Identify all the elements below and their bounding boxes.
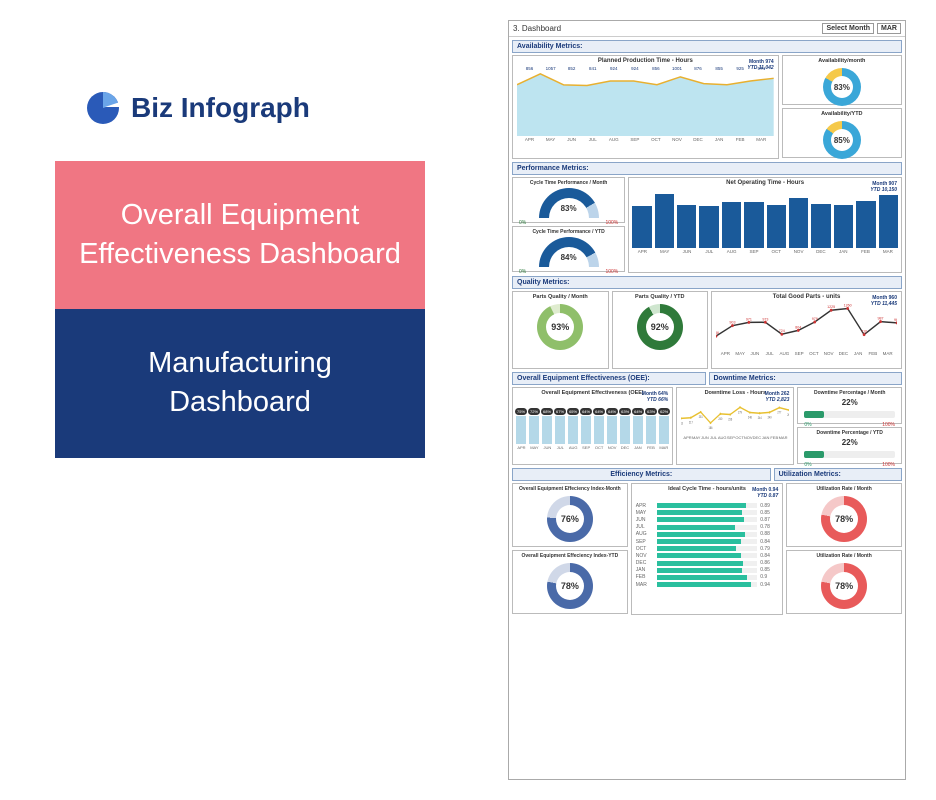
svg-text:277: 277	[778, 410, 782, 415]
svg-text:248: 248	[748, 415, 752, 420]
utilization-rate-month: Utilization Rate / Month 78%	[786, 483, 902, 547]
brand-logo: Biz Infograph	[55, 90, 425, 126]
utilization-header: Utilization Metrics:	[774, 468, 902, 481]
left-panel: Biz Infograph Overall Equipment Effectiv…	[55, 90, 425, 458]
performance-header: Performance Metrics:	[512, 162, 902, 175]
downtime-header: Downtime Metrics:	[709, 372, 903, 385]
ideal-cycle-hbar: Ideal Cycle Time - hours/units Month 0.9…	[631, 483, 783, 615]
line-svg: 686 903 971 973 724 804 979 1225 1260 716 987 960	[716, 302, 897, 350]
good-parts-line-chart: Total Good Parts - units Month 960 YTD 1…	[711, 291, 902, 369]
svg-text:804: 804	[795, 325, 801, 329]
donut-chart: 76%	[547, 496, 593, 542]
svg-text:262: 262	[787, 413, 789, 418]
availability-ytd-donut-card: Availability/YTD 85%	[782, 108, 902, 158]
efficiency-header: Efficiency Metrics:	[512, 468, 771, 481]
select-month-label: Select Month	[822, 23, 874, 34]
donut-chart: 92%	[637, 304, 683, 350]
title-box-1: Overall Equipment Effectiveness Dashboar…	[55, 161, 425, 309]
svg-text:240: 240	[719, 416, 723, 421]
downtime-pct-month: Downtime Percentage / Month 22% 0%100%	[797, 387, 902, 424]
parts-quality-month: Parts Quality / Month 93%	[512, 291, 609, 369]
svg-text:249: 249	[768, 415, 772, 420]
efficiency-index-month: Overall Equipment Effeciency Index-Month…	[512, 483, 628, 547]
svg-text:973: 973	[762, 317, 768, 321]
net-operating-bar-chart: Net Operating Time - Hours Month 907 YTD…	[628, 177, 902, 273]
donut-chart: 78%	[821, 563, 867, 609]
efficiency-index-ytd: Overall Equipment Effeciency Index-YTD 7…	[512, 550, 628, 614]
svg-text:1260: 1260	[844, 303, 852, 307]
donut-chart: 85%	[823, 121, 861, 159]
svg-text:903: 903	[729, 321, 735, 325]
parts-quality-ytd: Parts Quality / YTD 92%	[612, 291, 709, 369]
cycle-perf-ytd-gauge: Cycle Time Performance / YTD 84% 0%100%	[512, 226, 625, 272]
title-box-2: Manufacturing Dashboard	[55, 309, 425, 457]
availability-month-donut-card: Availability/month 83%	[782, 55, 902, 105]
quality-header: Quality Metrics:	[512, 276, 902, 289]
svg-text:186: 186	[709, 425, 713, 430]
month-selector[interactable]: Select Month MAR	[822, 23, 901, 34]
svg-text:686: 686	[716, 331, 719, 335]
svg-text:236: 236	[728, 417, 732, 422]
dashboard-frame: 3. Dashboard Select Month MAR Availabili…	[508, 20, 906, 780]
area-svg	[517, 66, 774, 136]
donut-chart: 83%	[823, 68, 861, 106]
downtime-loss-chart: Downtime Loss - Hours Month 262YTD 2,823…	[676, 387, 794, 465]
pie-icon	[85, 90, 121, 126]
cycle-perf-month-gauge: Cycle Time Performance / Month 83% 0%100…	[512, 177, 625, 223]
svg-text:971: 971	[746, 317, 752, 321]
dashboard-header: 3. Dashboard Select Month MAR	[509, 21, 905, 37]
svg-text:716: 716	[861, 329, 867, 333]
oee-chart: Overall Equipment Effectiveness (OEE) Mo…	[512, 387, 673, 465]
svg-text:987: 987	[878, 316, 884, 320]
svg-text:1225: 1225	[827, 305, 835, 309]
planned-production-chart: Planned Production Time - Hours Month 97…	[512, 55, 779, 159]
svg-text:217: 217	[689, 420, 693, 425]
oee-header: Overall Equipment Effectiveness (OEE):	[512, 372, 706, 385]
line-svg: 213 217 251 186 240 236 279 248 244 249 277 262	[681, 398, 789, 434]
selected-month[interactable]: MAR	[877, 23, 901, 34]
svg-text:251: 251	[699, 415, 703, 420]
svg-text:960: 960	[894, 318, 897, 322]
brand-name: Biz Infograph	[131, 92, 310, 124]
svg-text:279: 279	[738, 410, 742, 415]
donut-chart: 93%	[537, 304, 583, 350]
stat-note: Month 907 YTD 10,150	[870, 181, 897, 193]
downtime-pct-ytd: Downtime Percentage / YTD 22% 0%100%	[797, 427, 902, 464]
svg-text:244: 244	[758, 416, 762, 421]
chart-title: Planned Production Time - Hours	[513, 56, 778, 64]
donut-chart: 78%	[821, 496, 867, 542]
availability-header: Availability Metrics:	[512, 40, 902, 53]
breadcrumb: 3. Dashboard	[513, 24, 561, 33]
utilization-rate-ytd: Utilization Rate / Month 78%	[786, 550, 902, 614]
donut-chart: 78%	[547, 563, 593, 609]
svg-text:724: 724	[779, 329, 785, 333]
svg-text:213: 213	[681, 421, 683, 426]
svg-text:979: 979	[812, 317, 818, 321]
